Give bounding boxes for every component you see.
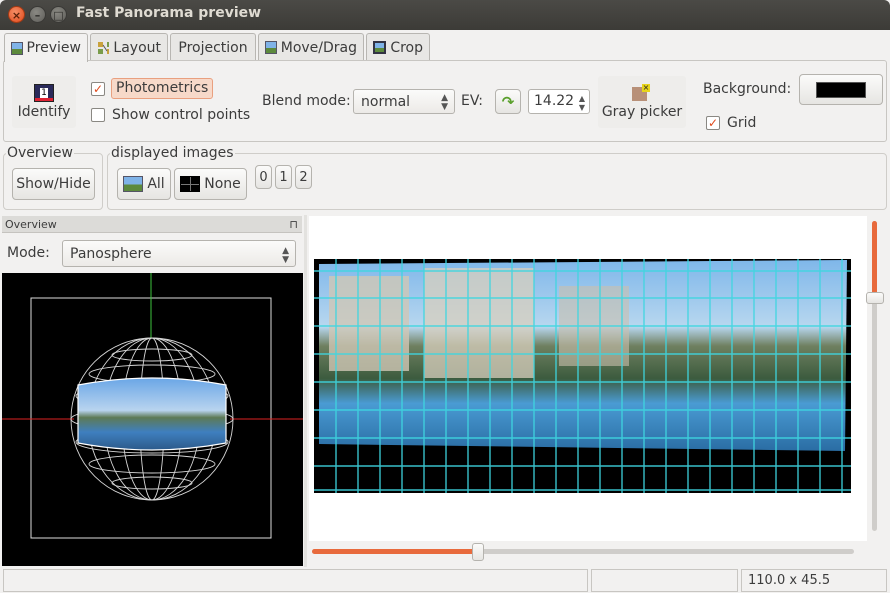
horizontal-slider-handle[interactable] [472, 543, 484, 561]
picture-icon [265, 41, 277, 54]
image-toggle-0[interactable]: 0 [255, 165, 272, 189]
spin-arrows-icon: ▲ ▼ [282, 246, 289, 265]
overview-mode-label: Mode: [7, 245, 50, 261]
color-picker-icon: × [632, 84, 652, 102]
color-swatch [816, 81, 866, 98]
background-label: Background: [703, 81, 792, 97]
panorama-preview[interactable] [309, 216, 867, 541]
pane-splitter[interactable] [304, 215, 307, 567]
minimize-window-button[interactable]: – [29, 6, 46, 23]
grid-checkbox-row[interactable]: ✓ Grid [706, 115, 756, 131]
show-control-points-row[interactable]: Show control points [91, 107, 250, 123]
spin-arrows-icon: ▲ ▼ [441, 93, 448, 112]
reset-ev-button[interactable]: ↷ [495, 89, 521, 114]
window-title: Fast Panorama preview [76, 5, 262, 21]
image-toggle-1[interactable]: 1 [275, 165, 292, 189]
overview-mode-select[interactable]: Panosphere ▲ ▼ [62, 240, 296, 267]
tab-preview[interactable]: Preview [4, 33, 88, 62]
picture-icon [11, 41, 23, 55]
redo-arrow-icon: ↷ [501, 92, 515, 111]
tab-projection[interactable]: Projection [170, 33, 256, 61]
photometrics-label: Photometrics [111, 78, 214, 99]
tab-crop[interactable]: Crop [366, 33, 430, 61]
photometrics-checkbox-row[interactable]: ✓ Photometrics [91, 78, 214, 99]
tab-layout[interactable]: Layout [90, 33, 168, 61]
picture-icon [123, 176, 144, 192]
status-field-left [3, 569, 588, 592]
vertical-slider-fill [872, 221, 877, 299]
show-no-images-button[interactable]: None [174, 168, 247, 200]
pin-icon[interactable]: ⊓ [289, 216, 298, 233]
displayed-images-title: displayed images [110, 145, 235, 161]
identify-button[interactable]: 1 Identify [12, 76, 76, 128]
image-toggle-2[interactable]: 2 [295, 165, 312, 189]
gray-picker-button[interactable]: × Gray picker [598, 76, 686, 128]
show-control-points-label: Show control points [112, 107, 251, 123]
tab-move-drag[interactable]: Move/Drag [258, 33, 364, 61]
ev-label: EV: [461, 93, 483, 109]
crop-icon [373, 41, 387, 54]
spin-arrows-icon[interactable]: ▲ ▼ [579, 94, 585, 112]
blend-mode-label: Blend mode: [262, 93, 351, 109]
horizontal-slider-fill [312, 549, 478, 554]
ev-spinbox[interactable]: 14.22 ▲ ▼ [528, 89, 590, 114]
identify-icon: 1 [34, 84, 54, 102]
status-field-size: 110.0 x 45.5 [741, 569, 887, 592]
background-color-button[interactable] [799, 74, 883, 105]
show-all-images-button[interactable]: All [117, 168, 171, 200]
blend-mode-select[interactable]: normal ▲ ▼ [353, 89, 455, 114]
maximize-window-button[interactable]: □ [50, 6, 67, 23]
overview-group-title: Overview [6, 145, 74, 161]
vertical-slider-handle[interactable] [866, 292, 884, 304]
vertical-slider-track[interactable] [872, 221, 877, 531]
panosphere-view[interactable] [2, 273, 303, 566]
layout-icon [98, 41, 110, 54]
grid-label: Grid [727, 115, 757, 131]
show-hide-button[interactable]: Show/Hide [12, 168, 95, 200]
horizontal-slider-track[interactable] [312, 549, 854, 554]
close-window-button[interactable]: × [8, 6, 25, 23]
overview-dock-title: Overview ⊓ [2, 216, 302, 233]
blank-picture-icon [180, 176, 201, 192]
show-control-points-checkbox[interactable] [91, 108, 105, 122]
grid-checkbox[interactable]: ✓ [706, 116, 720, 130]
photometrics-checkbox[interactable]: ✓ [91, 81, 105, 96]
status-field-middle [591, 569, 738, 592]
